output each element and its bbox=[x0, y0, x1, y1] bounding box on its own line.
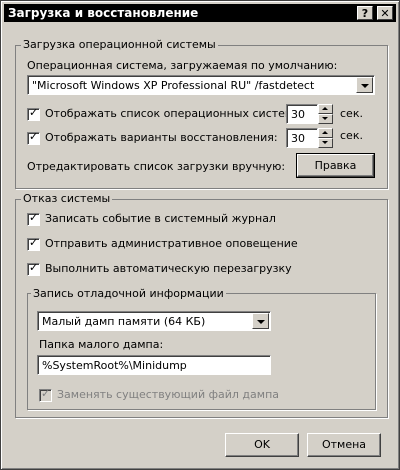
default-os-select[interactable]: "Microsoft Windows XP Professional RU" /… bbox=[27, 75, 375, 95]
show-os-list-spinner[interactable]: 30 bbox=[286, 104, 334, 124]
overwrite-dump-label: Заменять существующий файл дампа bbox=[57, 388, 280, 401]
show-recovery-seconds-input[interactable]: 30 bbox=[286, 128, 318, 148]
debug-info-group-label: Запись отладочной информации bbox=[31, 287, 226, 300]
boot-recovery-dialog: Загрузка и восстановление ? ✕ Загрузка о… bbox=[0, 0, 400, 470]
write-event-checkbox[interactable]: ✓ bbox=[27, 211, 40, 226]
window-title: Загрузка и восстановление bbox=[8, 6, 199, 20]
spin-up-icon[interactable] bbox=[318, 128, 333, 138]
send-alert-checkbox[interactable]: ✓ bbox=[27, 236, 40, 251]
checkmark-icon: ✓ bbox=[29, 261, 39, 274]
dump-folder-label: Папка малого дампа: bbox=[39, 338, 164, 351]
checkmark-icon: ✓ bbox=[29, 211, 39, 224]
ok-button-label: OK bbox=[254, 438, 270, 451]
write-event-label: Записать событие в системный журнал bbox=[45, 212, 276, 225]
send-alert-label: Отправить административное оповещение bbox=[45, 237, 298, 250]
dump-type-select[interactable]: Малый дамп памяти (64 КБ) bbox=[37, 311, 271, 331]
ok-button[interactable]: OK bbox=[225, 433, 299, 457]
dump-folder-value: %SystemRoot%\Minidump bbox=[42, 359, 187, 372]
overwrite-dump-checkbox[interactable]: ✓ bbox=[39, 387, 52, 402]
spin-up-icon[interactable] bbox=[318, 104, 333, 114]
boot-group-label: Загрузка операционной системы bbox=[21, 38, 218, 51]
checkmark-icon: ✓ bbox=[29, 106, 39, 119]
chevron-down-icon[interactable] bbox=[356, 77, 373, 93]
dump-type-value: Малый дамп памяти (64 КБ) bbox=[42, 315, 206, 328]
show-os-list-label: Отображать список операционных систем: bbox=[45, 107, 297, 120]
edit-button-label: Правка bbox=[314, 159, 357, 172]
checkmark-icon: ✓ bbox=[29, 130, 39, 143]
chevron-down-icon[interactable] bbox=[252, 313, 269, 329]
close-button[interactable]: ✕ bbox=[377, 6, 393, 20]
spin-down-icon[interactable] bbox=[318, 138, 333, 148]
cancel-button[interactable]: Отмена bbox=[307, 433, 381, 457]
seconds-unit-label: сек. bbox=[340, 107, 363, 120]
auto-restart-label: Выполнить автоматическую перезагрузку bbox=[45, 262, 292, 275]
default-os-label: Операционная система, загружаемая по умо… bbox=[27, 59, 338, 72]
show-os-list-checkbox[interactable]: ✓ bbox=[27, 106, 40, 121]
help-button[interactable]: ? bbox=[357, 6, 373, 20]
checkmark-icon: ✓ bbox=[41, 387, 51, 400]
show-recovery-spinner[interactable]: 30 bbox=[286, 128, 334, 148]
dump-folder-input[interactable]: %SystemRoot%\Minidump bbox=[37, 355, 271, 375]
seconds-unit-label: сек. bbox=[340, 129, 363, 142]
show-recovery-label: Отображать варианты восстановления: bbox=[45, 131, 278, 144]
cancel-button-label: Отмена bbox=[321, 438, 367, 451]
auto-restart-checkbox[interactable]: ✓ bbox=[27, 261, 40, 276]
title-bar[interactable]: Загрузка и восстановление ? ✕ bbox=[4, 4, 396, 22]
edit-manually-label: Отредактировать список загрузки вручную: bbox=[27, 160, 286, 173]
edit-button[interactable]: Правка bbox=[296, 153, 375, 178]
show-os-list-seconds-input[interactable]: 30 bbox=[286, 104, 318, 124]
checkmark-icon: ✓ bbox=[29, 236, 39, 249]
default-os-value: "Microsoft Windows XP Professional RU" /… bbox=[32, 79, 315, 92]
spin-down-icon[interactable] bbox=[318, 114, 333, 124]
system-failure-group-label: Отказ системы bbox=[21, 192, 113, 205]
show-recovery-checkbox[interactable]: ✓ bbox=[27, 130, 40, 145]
